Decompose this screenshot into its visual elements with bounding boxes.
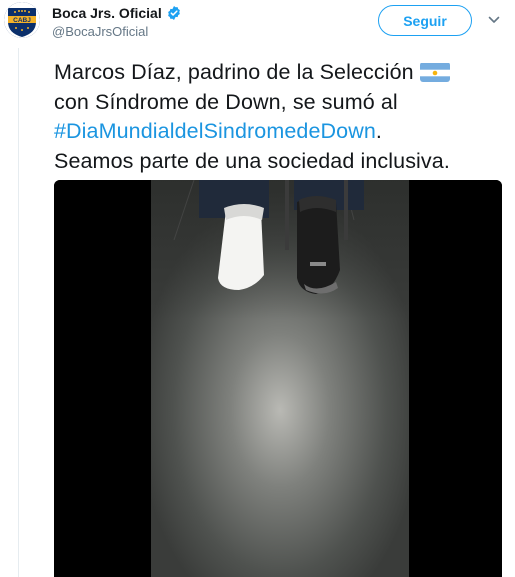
crest-lettering: CABJ	[13, 17, 31, 24]
chevron-down-icon[interactable]	[487, 13, 501, 27]
verified-badge-icon	[166, 5, 182, 21]
tweet-text-segment: Marcos Díaz, padrino de la Selección	[54, 60, 414, 84]
tweet-line: Marcos Díaz, padrino de la Selección	[54, 58, 509, 88]
display-name[interactable]: Boca Jrs. Oficial	[52, 5, 162, 21]
follow-button[interactable]: Seguir	[378, 5, 472, 36]
tweet-line: #DiaMundialdelSindromedeDown.	[54, 117, 509, 147]
video-frame	[54, 180, 502, 577]
author-name-row[interactable]: Boca Jrs. Oficial	[52, 4, 182, 22]
thread-line	[18, 48, 19, 577]
tweet-line: con Síndrome de Down, se sumó al	[54, 89, 398, 114]
tweet-text: Marcos Díaz, padrino de la Selección con…	[54, 58, 509, 176]
argentina-flag-icon	[419, 62, 450, 82]
boca-crest-icon: CABJ	[4, 2, 40, 38]
avatar[interactable]: CABJ	[4, 2, 40, 38]
account-handle[interactable]: @BocaJrsOficial	[52, 24, 148, 39]
tweet-line: Seamos parte de una sociedad inclusiva.	[54, 148, 450, 173]
hashtag-link[interactable]: #DiaMundialdelSindromedeDown	[54, 119, 376, 143]
tweet-text-segment: .	[375, 119, 382, 143]
video-player[interactable]	[54, 180, 502, 577]
